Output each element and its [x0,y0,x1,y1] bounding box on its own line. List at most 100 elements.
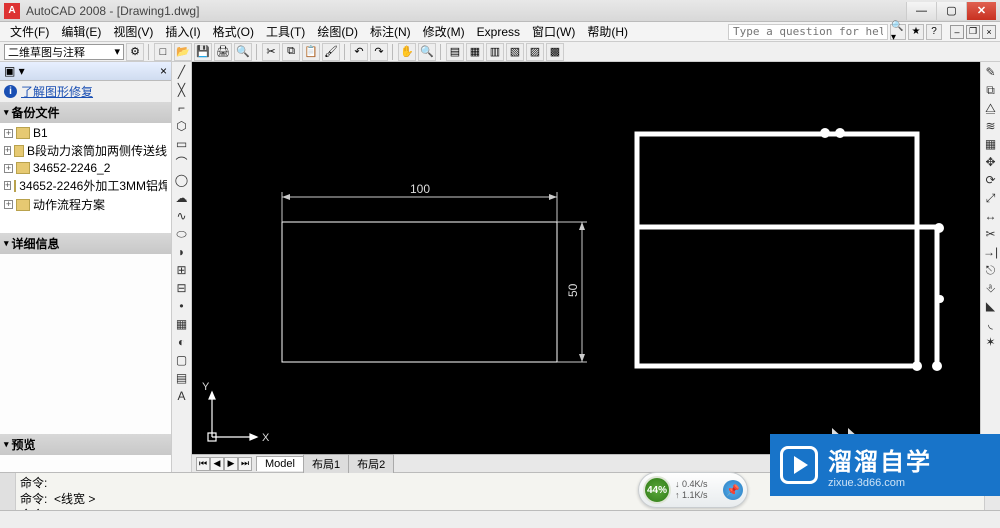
print-icon[interactable]: 🖨 [214,43,232,61]
undo-icon[interactable]: ↶ [350,43,368,61]
help-icon[interactable]: ? [926,24,942,40]
offset-icon[interactable]: ≋ [983,118,999,134]
menu-draw[interactable]: 绘图(D) [311,21,364,42]
menu-window[interactable]: 窗口(W) [526,21,581,42]
chamfer-icon[interactable]: ◣ [983,298,999,314]
new-icon[interactable]: □ [154,43,172,61]
mdi-minimize[interactable]: – [950,25,964,39]
tab-first-icon[interactable]: ⏮ [196,457,210,471]
tree-node[interactable]: +动作流程方案 [4,195,167,214]
copy-obj-icon[interactable]: ⧉ [983,82,999,98]
workspace-settings-icon[interactable]: ⚙ [126,43,144,61]
tree-node[interactable]: +B1 [4,125,167,141]
tab-layout1[interactable]: 布局1 [303,454,349,473]
table-icon[interactable]: ▤ [174,370,190,386]
cut-icon[interactable]: ✂ [262,43,280,61]
match-icon[interactable]: 🖌 [322,43,340,61]
recovery-info-link[interactable]: i 了解图形修复 [0,81,171,102]
tab-last-icon[interactable]: ⏭ [238,457,252,471]
line-icon[interactable]: ╱ [174,64,190,80]
menu-view[interactable]: 视图(V) [107,21,159,42]
hatch-icon[interactable]: ▦ [174,316,190,332]
details-header[interactable]: ▾ 详细信息 [0,233,171,254]
array-icon[interactable]: ▦ [983,136,999,152]
open-icon[interactable]: 📂 [174,43,192,61]
insert-block-icon[interactable]: ⊞ [174,262,190,278]
close-button[interactable]: ✕ [966,2,996,20]
drawing-canvas[interactable]: 100 50 [192,62,980,454]
menu-modify[interactable]: 修改(M) [417,21,471,42]
text-icon[interactable]: A [174,388,190,404]
palette-close-icon[interactable]: × [160,64,167,78]
tab-next-icon[interactable]: ▶ [224,457,238,471]
mdi-close[interactable]: × [982,25,996,39]
rectangle-icon[interactable]: ▭ [174,136,190,152]
maximize-button[interactable]: ▢ [936,2,966,20]
explode-icon[interactable]: ✶ [983,334,999,350]
tree-node[interactable]: +B段动力滚筒加两侧传送线 [4,141,167,160]
region-icon[interactable]: ▢ [174,352,190,368]
sheet-set-icon[interactable]: ▧ [506,43,524,61]
circle-icon[interactable]: ◯ [174,172,190,188]
construction-line-icon[interactable]: ╳ [174,82,190,98]
make-block-icon[interactable]: ⊟ [174,280,190,296]
workspace-combo[interactable]: 二维草图与注释▾ [4,44,124,60]
copy-icon[interactable]: ⧉ [282,43,300,61]
favorite-icon[interactable]: ★ [908,24,924,40]
scale-icon[interactable]: ⤢ [983,190,999,206]
mdi-restore[interactable]: ❐ [966,25,980,39]
menu-tools[interactable]: 工具(T) [260,21,311,42]
backup-files-header[interactable]: ▾ 备份文件 [0,102,171,123]
help-search-input[interactable] [728,24,888,40]
arc-icon[interactable]: ⌒ [174,154,190,170]
join-icon[interactable]: ⎀ [983,280,999,296]
menu-format[interactable]: 格式(O) [207,21,260,42]
tab-prev-icon[interactable]: ◀ [210,457,224,471]
menu-help[interactable]: 帮助(H) [581,21,634,42]
polyline-icon[interactable]: ⌐ [174,100,190,116]
menu-insert[interactable]: 插入(I) [159,21,206,42]
gradient-icon[interactable]: ◐ [174,334,190,350]
zoom-icon[interactable]: 🔍 [418,43,436,61]
mirror-icon[interactable]: ⧋ [983,100,999,116]
menu-express[interactable]: Express [471,23,526,41]
properties-icon[interactable]: ▤ [446,43,464,61]
spline-icon[interactable]: ∿ [174,208,190,224]
fillet-icon[interactable]: ◟ [983,316,999,332]
tab-model[interactable]: Model [256,456,304,471]
ellipse-arc-icon[interactable]: ◗ [174,244,190,260]
preview-icon[interactable]: 🔍 [234,43,252,61]
point-icon[interactable]: • [174,298,190,314]
polygon-icon[interactable]: ⬡ [174,118,190,134]
erase-icon[interactable]: ✎ [983,64,999,80]
break-icon[interactable]: ⎋ [983,262,999,278]
minimize-button[interactable]: — [906,2,936,20]
search-icon[interactable]: 🔍▾ [890,24,906,40]
paste-icon[interactable]: 📋 [302,43,320,61]
extend-icon[interactable]: →| [983,244,999,260]
move-icon[interactable]: ✥ [983,154,999,170]
menu-dim[interactable]: 标注(N) [364,21,417,42]
save-icon[interactable]: 💾 [194,43,212,61]
redo-icon[interactable]: ↷ [370,43,388,61]
tree-node[interactable]: +34652-2246_2 [4,160,167,176]
pan-icon[interactable]: ✋ [398,43,416,61]
tab-layout2[interactable]: 布局2 [348,454,394,473]
bubble-pin-icon[interactable]: 📌 [723,480,743,500]
stretch-icon[interactable]: ↔ [983,208,999,224]
markup-icon[interactable]: ▨ [526,43,544,61]
calc-icon[interactable]: ▩ [546,43,564,61]
revision-cloud-icon[interactable]: ☁ [174,190,190,206]
menu-edit[interactable]: 编辑(E) [55,21,107,42]
download-bubble[interactable]: 44% ↓ 0.4K/s ↑ 1.1K/s 📌 [638,472,748,508]
trim-icon[interactable]: ✂ [983,226,999,242]
ellipse-icon[interactable]: ⬭ [174,226,190,242]
tool-palettes-icon[interactable]: ▥ [486,43,504,61]
palette-header[interactable]: ▣ ▾ × [0,62,171,81]
preview-header[interactable]: ▾ 预览 [0,434,171,455]
rotate-icon[interactable]: ⟳ [983,172,999,188]
design-center-icon[interactable]: ▦ [466,43,484,61]
tree-node[interactable]: +34652-2246外加工3MM铝焊… [4,176,167,195]
menu-file[interactable]: 文件(F) [4,21,55,42]
pin-icon[interactable]: ▣ ▾ [4,64,25,78]
